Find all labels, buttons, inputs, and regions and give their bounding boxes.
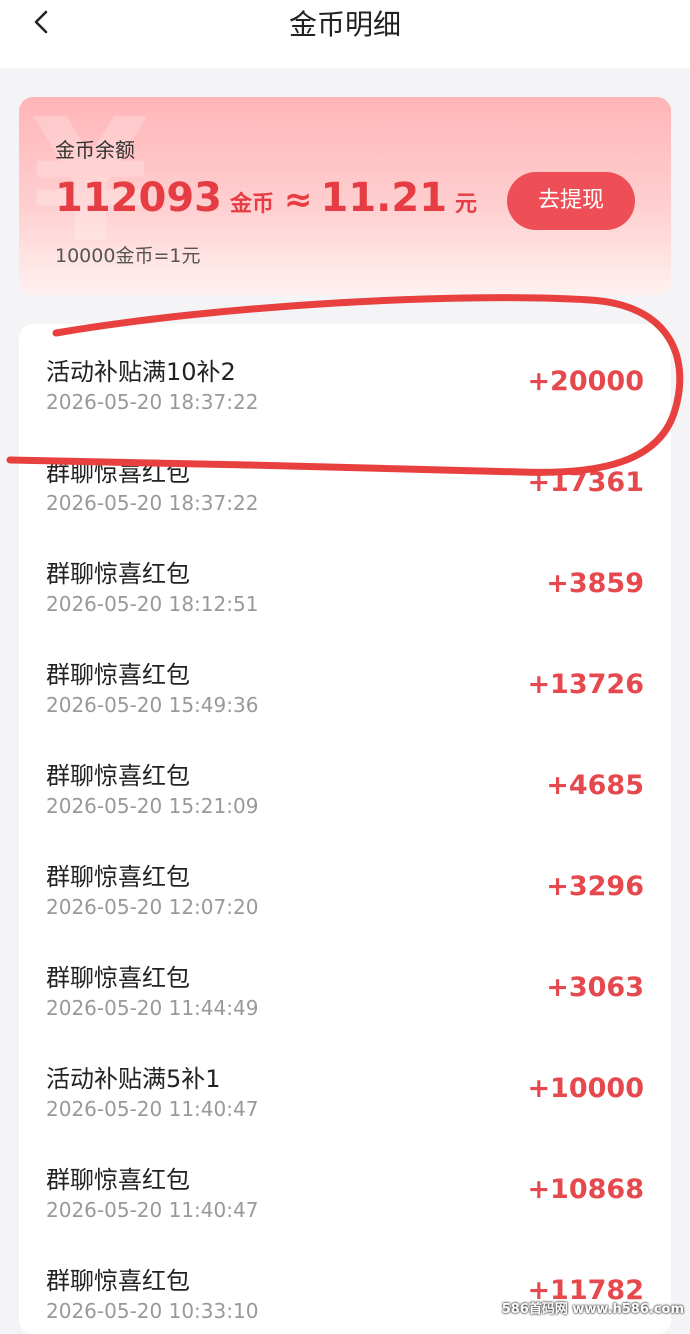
record-title: 群聊惊喜红包: [46, 964, 190, 992]
record-title: 群聊惊喜红包: [46, 762, 190, 790]
record-amount: +3296: [546, 871, 644, 902]
record-title: 活动补贴满10补2: [46, 358, 236, 386]
site-watermark: 586首码网 www.h586.com: [501, 1302, 684, 1317]
list-item[interactable]: 群聊惊喜红包 2026-05-20 11:40:47 +10868: [19, 1132, 671, 1233]
list-item[interactable]: 群聊惊喜红包 2026-05-20 10:33:10 +11782: [19, 1233, 671, 1334]
record-time: 2026-05-20 15:49:36: [46, 693, 259, 717]
record-title: 活动补贴满5补1: [46, 1065, 221, 1093]
list-item[interactable]: 群聊惊喜红包 2026-05-20 12:07:20 +3296: [19, 829, 671, 930]
list-item[interactable]: 活动补贴满5补1 2026-05-20 11:40:47 +10000: [19, 1031, 671, 1132]
record-time: 2026-05-20 11:44:49: [46, 996, 259, 1020]
balance-label: 金币余额: [55, 138, 135, 162]
record-time: 2026-05-20 15:21:09: [46, 794, 259, 818]
record-amount: +3859: [546, 568, 644, 599]
record-time: 2026-05-20 18:37:22: [46, 491, 259, 515]
cash-value: 11.21: [320, 175, 448, 221]
list-item[interactable]: 活动补贴满10补2 2026-05-20 18:37:22 +20000: [19, 324, 671, 425]
record-title: 群聊惊喜红包: [46, 863, 190, 891]
balance-amount: 112093 金币 ≈11.21 元: [55, 175, 487, 221]
approx-sign: ≈: [284, 180, 313, 220]
record-title: 群聊惊喜红包: [46, 1267, 190, 1295]
record-amount: +3063: [546, 972, 644, 1003]
record-time: 2026-05-20 11:40:47: [46, 1198, 259, 1222]
record-title: 群聊惊喜红包: [46, 1166, 190, 1194]
record-time: 2026-05-20 18:37:22: [46, 390, 259, 414]
record-time: 2026-05-20 10:33:10: [46, 1299, 259, 1323]
list-item[interactable]: 群聊惊喜红包 2026-05-20 15:21:09 +4685: [19, 728, 671, 829]
cash-unit: 元: [455, 192, 478, 217]
list-item[interactable]: 群聊惊喜红包 2026-05-20 11:44:49 +3063: [19, 930, 671, 1031]
record-title: 群聊惊喜红包: [46, 661, 190, 689]
coin-balance: 112093: [55, 175, 222, 221]
record-time: 2026-05-20 12:07:20: [46, 895, 259, 919]
record-amount: +17361: [527, 467, 644, 498]
page-title: 金币明细: [288, 8, 401, 41]
withdraw-button[interactable]: 去提现: [507, 172, 635, 230]
record-amount: +10868: [527, 1174, 644, 1205]
record-title: 群聊惊喜红包: [46, 560, 190, 588]
top-bar: 金币明细: [0, 0, 690, 68]
record-title: 群聊惊喜红包: [46, 459, 190, 487]
list-item[interactable]: 群聊惊喜红包 2026-05-20 15:49:36 +13726: [19, 627, 671, 728]
record-amount: +4685: [546, 770, 644, 801]
balance-card: ¥ 金币余额 112093 金币 ≈11.21 元 10000金币=1元 去提现: [19, 97, 671, 295]
record-amount: +13726: [527, 669, 644, 700]
record-amount: +10000: [527, 1073, 644, 1104]
exchange-rate: 10000金币=1元: [55, 245, 201, 267]
coin-unit: 金币: [230, 192, 275, 217]
records-list: 活动补贴满10补2 2026-05-20 18:37:22 +20000 群聊惊…: [19, 324, 671, 1334]
record-time: 2026-05-20 18:12:51: [46, 592, 259, 616]
list-item[interactable]: 群聊惊喜红包 2026-05-20 18:37:22 +17361: [19, 425, 671, 526]
record-time: 2026-05-20 11:40:47: [46, 1097, 259, 1121]
list-item[interactable]: 群聊惊喜红包 2026-05-20 18:12:51 +3859: [19, 526, 671, 627]
record-amount: +20000: [527, 366, 644, 397]
